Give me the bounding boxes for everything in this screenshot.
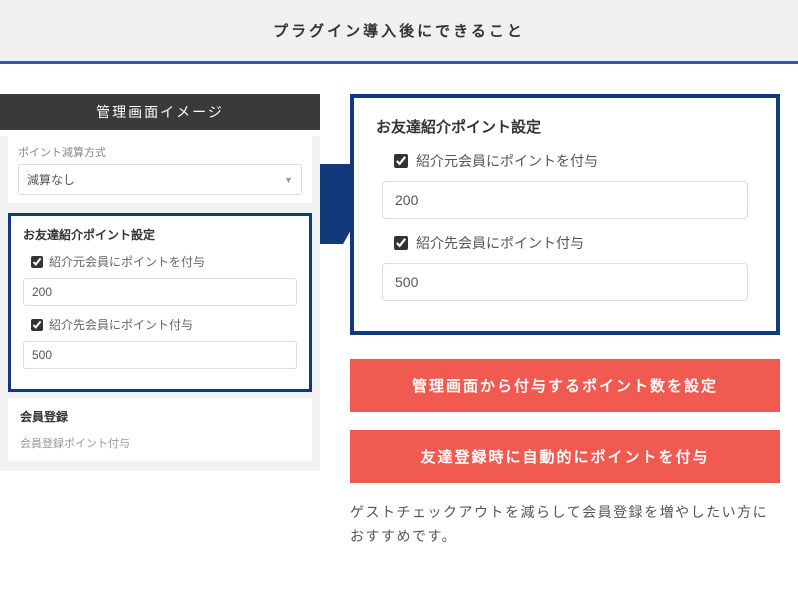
referrer-checkbox-small[interactable] bbox=[31, 256, 43, 268]
referrer-value-input-small[interactable]: 200 bbox=[23, 278, 297, 306]
page-header-band: プラグイン導入後にできること bbox=[0, 0, 798, 64]
referee-checkbox-row-small[interactable]: 紹介先会員にポイント付与 bbox=[23, 316, 297, 333]
right-column: お友達紹介ポイント設定 紹介元会員にポイントを付与 200 紹介先会員にポイント… bbox=[350, 94, 798, 549]
referral-title-small: お友達紹介ポイント設定 bbox=[23, 226, 297, 243]
referee-checkbox-large[interactable] bbox=[394, 236, 408, 250]
admin-panel-header: 管理画面イメージ bbox=[0, 94, 320, 130]
referee-value-input-large[interactable]: 500 bbox=[382, 263, 748, 301]
point-calc-value: 減算なし bbox=[27, 171, 75, 188]
member-reg-title: 会員登録 bbox=[20, 408, 300, 425]
referrer-checkbox-row-large[interactable]: 紹介元会員にポイントを付与 bbox=[376, 151, 754, 171]
referrer-label-large: 紹介元会員にポイントを付与 bbox=[416, 151, 598, 171]
point-calc-block: ポイント減算方式 減算なし ▼ bbox=[8, 136, 312, 203]
referrer-value-input-large[interactable]: 200 bbox=[382, 181, 748, 219]
left-column: 管理画面イメージ ポイント減算方式 減算なし ▼ お友達紹介ポイント設定 紹介元… bbox=[0, 94, 320, 549]
referee-checkbox-row-large[interactable]: 紹介先会員にポイント付与 bbox=[376, 233, 754, 253]
referrer-checkbox-large[interactable] bbox=[394, 154, 408, 168]
admin-panel: ポイント減算方式 減算なし ▼ お友達紹介ポイント設定 紹介元会員にポイントを付… bbox=[0, 136, 320, 471]
referral-title-large: お友達紹介ポイント設定 bbox=[376, 116, 754, 137]
admin-panel-title: 管理画面イメージ bbox=[96, 104, 224, 120]
referee-checkbox-small[interactable] bbox=[31, 319, 43, 331]
point-calc-select[interactable]: 減算なし ▼ bbox=[18, 164, 302, 195]
callout-auto-points: 友達登録時に自動的にポイントを付与 bbox=[350, 430, 780, 483]
referee-label-small: 紹介先会員にポイント付与 bbox=[49, 316, 193, 333]
content-area: 管理画面イメージ ポイント減算方式 減算なし ▼ お友達紹介ポイント設定 紹介元… bbox=[0, 64, 798, 569]
page-title: プラグイン導入後にできること bbox=[273, 23, 525, 40]
referee-label-large: 紹介先会員にポイント付与 bbox=[416, 233, 584, 253]
referral-box-small: お友達紹介ポイント設定 紹介元会員にポイントを付与 200 紹介先会員にポイント… bbox=[8, 213, 312, 392]
chevron-down-icon: ▼ bbox=[284, 175, 293, 185]
member-registration-card: 会員登録 会員登録ポイント付与 bbox=[8, 392, 312, 461]
referrer-checkbox-row-small[interactable]: 紹介元会員にポイントを付与 bbox=[23, 253, 297, 270]
member-reg-line: 会員登録ポイント付与 bbox=[20, 435, 300, 451]
description-text: ゲストチェックアウトを減らして会員登録を増やしたい方におすすめです。 bbox=[350, 501, 780, 549]
referee-value-input-small[interactable]: 500 bbox=[23, 341, 297, 369]
callout-set-points: 管理画面から付与するポイント数を設定 bbox=[350, 359, 780, 412]
point-calc-label: ポイント減算方式 bbox=[18, 144, 302, 160]
referrer-label-small: 紹介元会員にポイントを付与 bbox=[49, 253, 205, 270]
referral-box-large: お友達紹介ポイント設定 紹介元会員にポイントを付与 200 紹介先会員にポイント… bbox=[350, 94, 780, 335]
